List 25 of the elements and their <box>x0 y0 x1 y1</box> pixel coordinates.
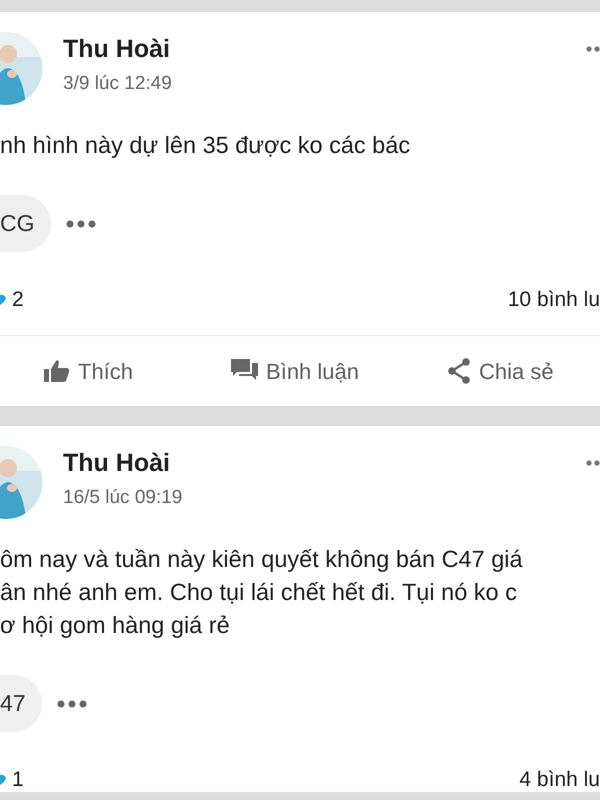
action-button[interactable]: Thích <box>44 354 134 388</box>
more-options-icon[interactable] <box>586 46 600 52</box>
more-icon[interactable] <box>66 220 96 228</box>
heart-icon <box>0 774 6 786</box>
author-name[interactable]: Thu Hoài <box>63 446 182 478</box>
share-icon <box>447 358 471 384</box>
heart-icon <box>0 294 6 306</box>
post-time: 16/5 lúc 09:19 <box>63 486 182 510</box>
more-icon[interactable] <box>56 700 87 708</box>
tag-chip[interactable]: 47 <box>0 675 42 732</box>
more-options-icon[interactable] <box>586 460 600 466</box>
action-button[interactable]: Chia sẻ <box>447 354 554 388</box>
post-text-line: nh hình này dự lên 35 được ko các bác <box>0 131 412 160</box>
post-time: 3/9 lúc 12:49 <box>63 72 172 96</box>
tag-chip[interactable]: CG <box>0 195 50 252</box>
action-button[interactable]: Bình luận <box>231 354 359 388</box>
post-text-line: ơ hội gom hàng giá rẻ <box>0 611 231 640</box>
reaction-count[interactable]: 2 <box>12 284 24 316</box>
reaction-count[interactable]: 1 <box>12 764 24 796</box>
post-text-line: ân nhé anh em. Cho tụi lái chết hết đi. Tụi nó ko c <box>0 578 518 607</box>
thumbs-up-icon <box>44 359 70 383</box>
comment-count[interactable]: 10 bình lu <box>508 284 600 316</box>
post-text-line: ôm nay và tuần này kiên quyết không bán C47 giá <box>0 545 524 574</box>
comment-count[interactable]: 4 bình lu <box>519 764 600 796</box>
author-name[interactable]: Thu Hoài <box>63 32 172 64</box>
